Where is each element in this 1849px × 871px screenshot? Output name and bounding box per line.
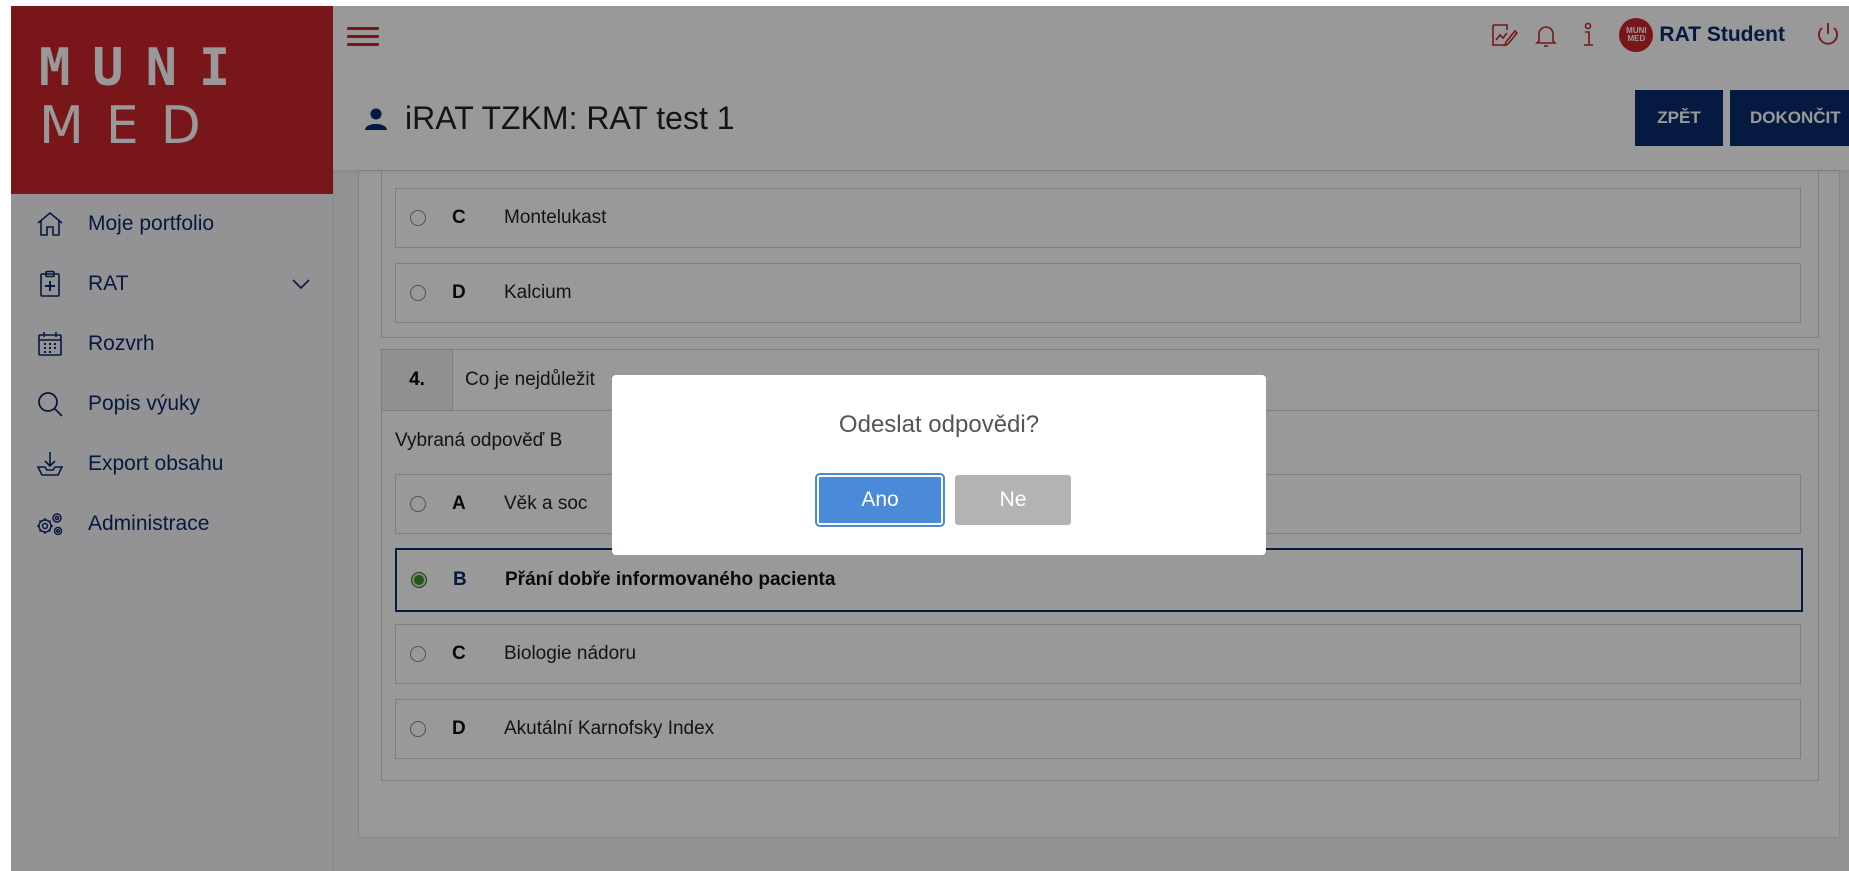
app-window: MUNI MED Moje portfolio RAT Rozvrh Popis… bbox=[11, 6, 1849, 871]
dialog-title: Odeslat odpovědi? bbox=[838, 411, 1040, 438]
yes-button[interactable]: Ano bbox=[815, 473, 945, 527]
confirm-dialog: Odeslat odpovědi? Ano Ne bbox=[612, 375, 1266, 555]
no-button[interactable]: Ne bbox=[955, 475, 1071, 525]
